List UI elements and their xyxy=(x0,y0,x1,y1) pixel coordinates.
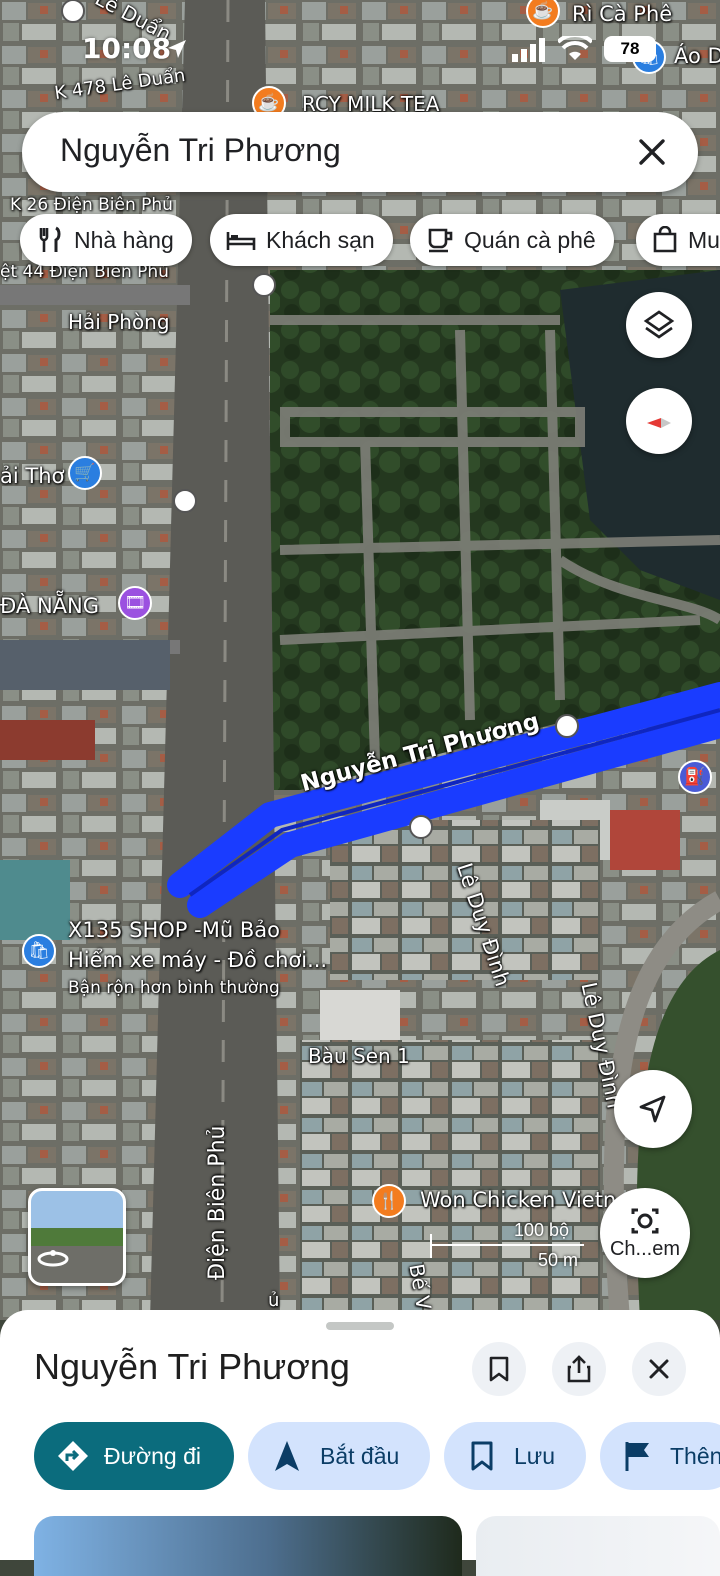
street-label: Hải Phòng xyxy=(68,310,170,334)
wifi-icon xyxy=(558,36,592,60)
share-icon xyxy=(567,1355,591,1383)
save-button[interactable]: Lưu xyxy=(444,1422,586,1490)
share-button[interactable] xyxy=(552,1342,606,1396)
action-label: Thên xyxy=(670,1442,720,1469)
search-bar[interactable]: Nguyễn Tri Phương xyxy=(22,112,698,192)
rotate-360-icon xyxy=(37,1250,69,1267)
cinema-pin-icon[interactable]: 🎞 xyxy=(118,586,152,620)
action-label: Đường đi xyxy=(104,1442,201,1469)
bed-icon xyxy=(226,232,256,250)
bookmark-icon xyxy=(471,1441,493,1471)
chip-label: Khách sạn xyxy=(266,226,375,253)
chip-restaurants[interactable]: Nhà hàng xyxy=(20,214,192,266)
poi-label[interactable]: Hiểm xe máy - Đồ chơi... xyxy=(68,948,327,972)
scale-feet: 100 bộ xyxy=(514,1220,570,1240)
gas-station-pin-icon[interactable]: ⛽ xyxy=(678,760,712,794)
layers-icon xyxy=(643,310,675,339)
location-arrow-icon xyxy=(168,40,186,58)
search-query[interactable]: Nguyễn Tri Phương xyxy=(60,132,341,169)
street-label: K 26 Điện Biên Phủ xyxy=(10,195,173,215)
compass-button[interactable] xyxy=(626,388,692,454)
directions-button[interactable]: Đường đi xyxy=(34,1422,234,1490)
poi-label[interactable]: X135 SHOP -Mũ Bảo xyxy=(68,918,280,942)
close-sheet-button[interactable] xyxy=(632,1342,686,1396)
restaurant-pin-icon[interactable]: 🍴 xyxy=(372,1184,406,1218)
drag-handle[interactable] xyxy=(326,1322,394,1330)
place-photo[interactable] xyxy=(34,1516,462,1576)
my-location-button[interactable] xyxy=(614,1070,692,1148)
map-scale: 100 bộ 50 m xyxy=(430,1220,590,1270)
poi-label: ĐÀ NẴNG xyxy=(0,594,100,618)
map-view[interactable]: Lê Duẩn K 478 Lê Duẩn K 26 Điện Biên Phủ… xyxy=(0,0,720,1320)
start-button[interactable]: Bắt đầu xyxy=(248,1422,430,1490)
close-icon[interactable] xyxy=(632,132,672,172)
poi-label: ải Thơ xyxy=(0,464,65,488)
battery-indicator: 78 xyxy=(604,36,656,62)
lens-camera-button[interactable]: Ch...em xyxy=(600,1188,690,1278)
action-label: Bắt đầu xyxy=(320,1442,400,1469)
camera-icon xyxy=(631,1208,659,1233)
shopping-cart-pin-icon[interactable]: 🛒 xyxy=(68,456,102,490)
fork-knife-icon xyxy=(39,226,61,252)
chip-shopping[interactable]: Mu xyxy=(636,214,720,266)
poi-busy-status: Bận rộn hơn bình thường xyxy=(68,978,280,998)
close-icon xyxy=(649,1359,669,1379)
street-label: Bàu Sen 1 xyxy=(308,1044,410,1068)
camera-label: Ch...em xyxy=(609,1237,681,1260)
compass-icon xyxy=(647,418,671,428)
status-time: 10:08 xyxy=(82,32,172,65)
navigation-arrow-icon xyxy=(275,1441,299,1471)
chip-label: Quán cà phê xyxy=(464,226,596,253)
street-label: ủ xyxy=(268,1290,280,1311)
place-bottom-sheet[interactable]: Nguyễn Tri Phương Đường đi Bắt đầu Lưu T… xyxy=(0,1310,720,1576)
chip-hotels[interactable]: Khách sạn xyxy=(210,214,393,266)
signal-icon xyxy=(512,38,545,62)
place-photo[interactable] xyxy=(476,1516,720,1576)
layers-button[interactable] xyxy=(626,292,692,358)
more-button[interactable]: Thên xyxy=(600,1422,720,1490)
poi-label[interactable]: Rì Cà Phê xyxy=(572,2,672,26)
action-label: Lưu xyxy=(514,1442,555,1469)
save-icon-button[interactable] xyxy=(472,1342,526,1396)
shopping-bag-pin-icon[interactable]: 🛍 xyxy=(22,934,56,968)
coffee-cup-icon xyxy=(428,228,453,253)
scale-meters: 50 m xyxy=(538,1250,579,1270)
street-view-thumbnail[interactable] xyxy=(28,1188,126,1286)
status-bar: 10:08 78 xyxy=(0,28,720,68)
directions-icon xyxy=(58,1441,88,1471)
chip-cafes[interactable]: Quán cà phê xyxy=(410,214,614,266)
chip-label: Mu xyxy=(688,226,720,253)
shopping-bag-icon xyxy=(653,226,677,253)
place-title: Nguyễn Tri Phương xyxy=(34,1346,350,1387)
flag-icon xyxy=(625,1442,649,1471)
poi-label[interactable]: Won Chicken Vietn xyxy=(420,1188,616,1212)
chip-label: Nhà hàng xyxy=(74,226,174,253)
bookmark-icon xyxy=(489,1356,509,1382)
navigation-arrow-icon xyxy=(639,1095,666,1123)
street-label: Điện Biên Phủ xyxy=(205,1125,230,1280)
